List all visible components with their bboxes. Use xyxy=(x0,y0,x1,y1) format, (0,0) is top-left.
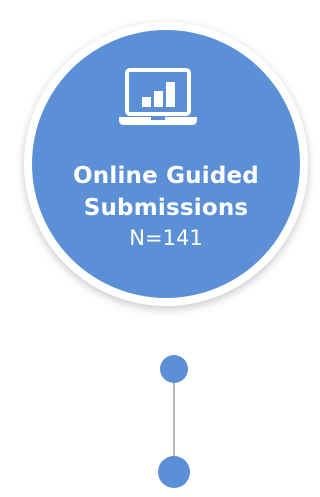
submission-count: N=141 xyxy=(129,226,203,250)
laptop-chart-icon xyxy=(119,68,197,125)
timeline-dot-top xyxy=(160,355,188,383)
card-title-line-2: Submissions xyxy=(83,195,249,221)
card-title-line-1: Online Guided xyxy=(73,163,259,189)
timeline-dot-bottom xyxy=(158,456,190,488)
timeline-connector xyxy=(173,372,175,468)
